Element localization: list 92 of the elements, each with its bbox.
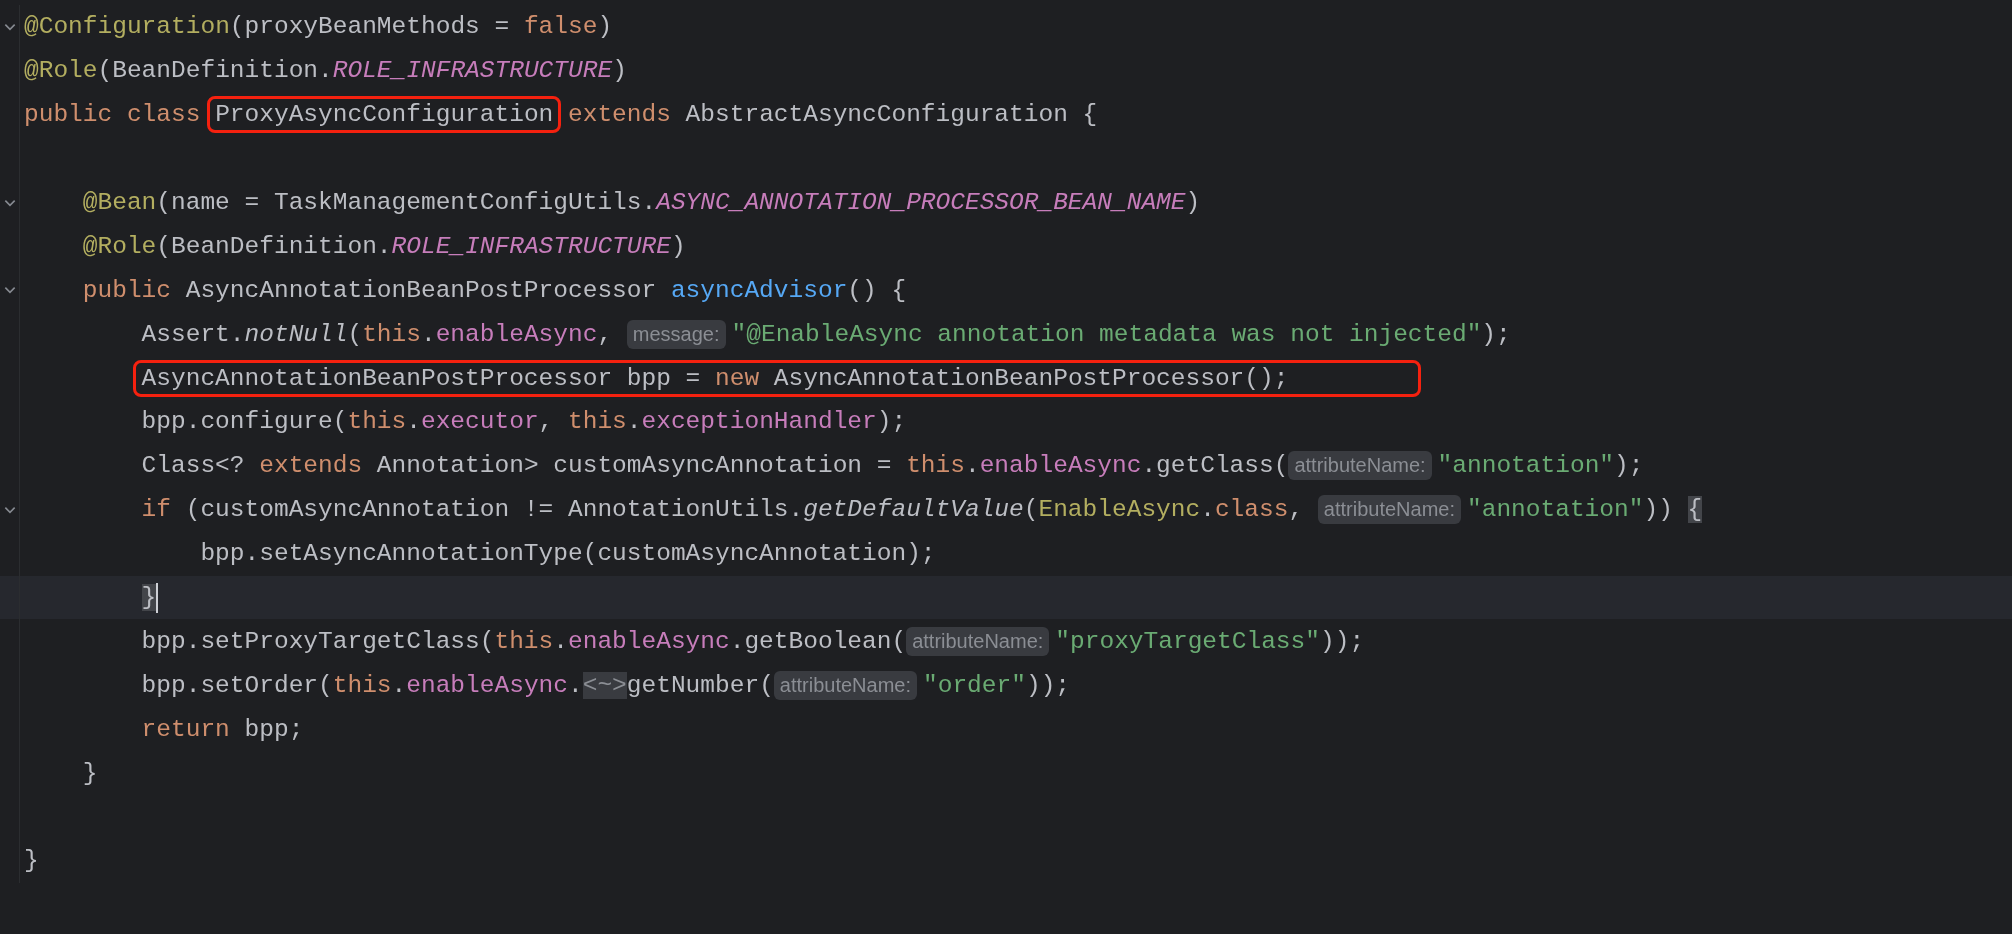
code-text: ); bbox=[1614, 452, 1644, 480]
keyword: return bbox=[141, 715, 230, 743]
parameter-hint: attributeName: bbox=[1317, 495, 1461, 525]
keyword: this bbox=[494, 627, 554, 655]
parameter-hint: message: bbox=[626, 319, 726, 349]
constant-name: ASYNC_ANNOTATION_PROCESSOR_BEAN_NAME bbox=[656, 189, 1186, 216]
code-text: } bbox=[82, 759, 98, 787]
code-text: Annotation> customAsyncAnnotation = bbox=[375, 452, 893, 480]
code-text: AsyncAnnotationBeanPostProcessor bbox=[185, 276, 658, 304]
field-name: enableAsync bbox=[979, 452, 1142, 480]
code-text: } bbox=[24, 847, 39, 875]
code-text: . bbox=[568, 671, 583, 699]
keyword: public class bbox=[24, 101, 202, 129]
code-text: getNumber( bbox=[626, 671, 774, 699]
code-text: . bbox=[406, 408, 421, 436]
keyword: this bbox=[362, 320, 421, 348]
highlighted-class-name: ProxyAsyncConfiguration bbox=[207, 96, 562, 134]
matched-brace: } bbox=[141, 584, 157, 611]
annotation: @Configuration bbox=[24, 13, 230, 41]
string-literal: "annotation" bbox=[1437, 452, 1615, 480]
keyword: this bbox=[906, 452, 965, 480]
code-text: AbstractAsyncConfiguration { bbox=[684, 101, 1098, 129]
code-text: AsyncAnnotationBeanPostProcessor(); bbox=[772, 364, 1289, 392]
code-text: . bbox=[420, 320, 436, 348]
code-text: ) bbox=[1185, 189, 1201, 216]
code-text: )); bbox=[1320, 627, 1365, 655]
keyword: if bbox=[141, 496, 171, 524]
method-name: asyncAdvisor bbox=[670, 276, 848, 304]
code-text: (BeanDefinition. bbox=[97, 57, 333, 85]
keyword: this bbox=[332, 671, 392, 699]
code-text: (BeanDefinition. bbox=[156, 232, 392, 260]
code-text: . bbox=[553, 627, 568, 655]
code-text: Class<? bbox=[141, 452, 246, 480]
code-text: . bbox=[1200, 496, 1215, 524]
code-text: )); bbox=[1025, 671, 1071, 699]
code-text: ) bbox=[597, 13, 613, 41]
code-text: bpp.setProxyTargetClass( bbox=[141, 627, 495, 655]
code-text: () { bbox=[847, 276, 907, 304]
field-name: executor bbox=[420, 408, 539, 436]
code-text: , bbox=[597, 320, 614, 348]
field-name: enableAsync bbox=[568, 627, 730, 655]
keyword: this bbox=[347, 408, 407, 436]
parameter-hint: attributeName: bbox=[906, 626, 1050, 656]
string-literal: "order" bbox=[923, 671, 1026, 699]
class-reference: EnableAsync bbox=[1038, 496, 1201, 524]
code-text: . bbox=[391, 671, 407, 699]
code-text: bpp; bbox=[243, 715, 304, 743]
code-text: ) bbox=[612, 57, 627, 85]
keyword: false bbox=[523, 13, 598, 41]
code-text: ); bbox=[876, 408, 907, 436]
code-text: (customAsyncAnnotation != AnnotationUtils. bbox=[184, 496, 804, 524]
code-text: bpp.setOrder( bbox=[141, 671, 333, 699]
string-literal: "annotation" bbox=[1467, 496, 1644, 524]
code-text: , bbox=[538, 408, 555, 436]
code-text: (proxyBeanMethods = bbox=[229, 13, 511, 41]
parameter-hint: attributeName: bbox=[1288, 451, 1432, 481]
code-text: AsyncAnnotationBeanPostProcessor bpp = bbox=[141, 364, 702, 392]
keyword: new bbox=[715, 364, 760, 392]
code-text: . bbox=[964, 452, 980, 480]
folded-code: <~> bbox=[582, 671, 627, 699]
method-call: getDefaultValue bbox=[803, 496, 1024, 524]
field-name: enableAsync bbox=[435, 320, 598, 348]
method-call: notNull bbox=[244, 320, 348, 348]
code-text: bpp.setAsyncAnnotationType(customAsyncAnnotation); bbox=[200, 540, 936, 568]
constant-name: ROLE_INFRASTRUCTURE bbox=[391, 232, 671, 260]
code-text: .getClass( bbox=[1141, 452, 1289, 480]
keyword: extends bbox=[259, 452, 363, 480]
string-literal: "@EnableAsync annotation metadata was not injected" bbox=[731, 320, 1482, 348]
code-text: bpp.configure( bbox=[141, 408, 348, 436]
code-text: . bbox=[626, 408, 642, 436]
keyword: class bbox=[1214, 496, 1289, 524]
keyword: public bbox=[82, 276, 172, 304]
code-text: .getBoolean( bbox=[729, 627, 907, 655]
text-cursor bbox=[156, 582, 159, 613]
matched-brace: { bbox=[1687, 496, 1703, 524]
field-name: exceptionHandler bbox=[641, 408, 877, 436]
code-text: Assert. bbox=[141, 320, 245, 348]
keyword: this bbox=[568, 408, 627, 436]
code-text: ); bbox=[1481, 320, 1511, 348]
code-text: ( bbox=[347, 320, 363, 348]
annotation: @Role bbox=[82, 232, 157, 260]
annotation: @Bean bbox=[82, 189, 157, 216]
code-text: ( bbox=[1023, 496, 1039, 524]
constant-name: ROLE_INFRASTRUCTURE bbox=[332, 57, 613, 85]
code-text: )) bbox=[1643, 496, 1674, 524]
keyword: extends bbox=[567, 101, 671, 129]
code-text: ) bbox=[670, 232, 686, 260]
code-text: , bbox=[1288, 496, 1305, 524]
string-literal: "proxyTargetClass" bbox=[1055, 627, 1320, 655]
parameter-hint: attributeName: bbox=[773, 670, 917, 700]
field-name: enableAsync bbox=[406, 671, 568, 699]
annotation: @Role bbox=[24, 57, 98, 85]
